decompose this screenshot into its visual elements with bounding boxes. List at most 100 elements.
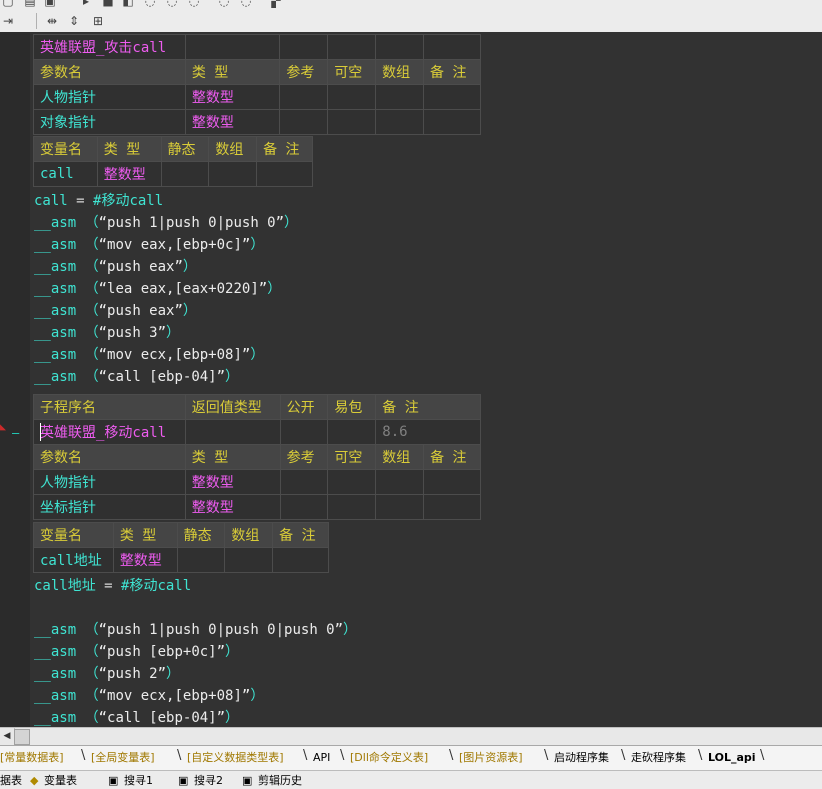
toolbar-icon-11[interactable]: ◌ — [238, 0, 254, 10]
code-line[interactable]: __asm （“mov ecx,[ebp+08]”） — [34, 685, 264, 707]
table-cell[interactable] — [272, 547, 329, 573]
tab-item[interactable]: 启动程序集 — [554, 749, 609, 767]
table-cell[interactable] — [327, 84, 377, 110]
remark-cell[interactable]: 8.6 — [375, 419, 481, 445]
binoculars-icon[interactable]: ▞ — [268, 0, 284, 10]
subroutine-name[interactable]: 英雄联盟_移动call — [33, 419, 186, 445]
height-icon[interactable]: ⇕ — [66, 12, 82, 30]
code-line[interactable]: __asm （“call [ebp-04]”） — [34, 707, 239, 727]
tab-search-1[interactable]: 搜寻1 — [124, 773, 153, 789]
table-cell[interactable] — [327, 109, 377, 135]
table-cell[interactable] — [375, 494, 425, 520]
tab-item[interactable]: [Dll命令定义表] — [350, 749, 428, 767]
code-line[interactable]: __asm （“push 3”） — [34, 322, 180, 344]
variable-name[interactable]: call地址 — [33, 547, 114, 573]
tab-search-2[interactable]: 搜寻2 — [194, 773, 223, 789]
table-cell[interactable] — [375, 109, 425, 135]
code-line[interactable]: call = #移动call — [34, 190, 163, 212]
scrollbar-thumb[interactable] — [14, 729, 30, 745]
tab-item[interactable]: [自定义数据类型表] — [187, 749, 284, 767]
code-line[interactable]: __asm （“lea eax,[eax+0220]”） — [34, 278, 281, 300]
toolbar-icon-2[interactable]: ▤ — [22, 0, 38, 10]
code-line[interactable]: __asm （“push eax”） — [34, 300, 197, 322]
toolbar-icon-3[interactable]: ▣ — [42, 0, 58, 10]
table-cell[interactable] — [327, 494, 377, 520]
code-line[interactable]: __asm （“push 2”） — [34, 663, 180, 685]
code-line[interactable]: call地址 = #移动call — [34, 575, 191, 597]
column-header: 参考 — [279, 444, 329, 470]
toolbar-icon-1[interactable]: ▢ — [0, 0, 16, 10]
search-icon: ▣ — [108, 774, 119, 787]
table-cell[interactable] — [423, 494, 481, 520]
close-paren: ） — [343, 622, 358, 638]
table-cell[interactable] — [279, 109, 329, 135]
table-cell[interactable] — [375, 469, 425, 495]
table-cell[interactable] — [256, 161, 313, 187]
param-name[interactable]: 人物指针 — [33, 84, 186, 110]
table-cell[interactable] — [327, 419, 377, 445]
table-cell[interactable] — [279, 469, 329, 495]
table-cell[interactable] — [279, 84, 329, 110]
table-cell[interactable] — [327, 34, 377, 60]
tab-item[interactable]: API — [313, 749, 330, 767]
variable-name[interactable]: call — [33, 161, 98, 187]
code-line[interactable]: __asm （“push [ebp+0c]”） — [34, 641, 239, 663]
scroll-left-icon[interactable]: ◀ — [0, 728, 15, 744]
table-cell[interactable] — [208, 161, 258, 187]
param-type[interactable]: 整数型 — [184, 84, 281, 110]
table-cell[interactable] — [279, 419, 329, 445]
toolbar-icon-10[interactable]: ◌ — [216, 0, 232, 10]
tab-item[interactable]: [全局变量表] — [91, 749, 155, 767]
tab-item[interactable]: [常量数据表] — [0, 749, 64, 767]
table-cell[interactable] — [423, 34, 481, 60]
variable-type[interactable]: 整数型 — [96, 161, 162, 187]
asm-string: push 3 — [107, 325, 158, 341]
param-name[interactable]: 人物指针 — [33, 469, 186, 495]
align-icon[interactable]: ⇥ — [0, 12, 16, 30]
size-icon[interactable]: ⊞ — [90, 12, 106, 30]
horizontal-scrollbar[interactable]: ◀ — [0, 727, 822, 745]
table-cell[interactable] — [327, 469, 377, 495]
code-line[interactable]: __asm （“push 1|push 0|push 0”） — [34, 212, 298, 234]
breakpoint-marker[interactable]: — — [12, 427, 19, 439]
tab-item[interactable]: 走砍程序集 — [631, 749, 686, 767]
width-icon[interactable]: ⇹ — [44, 12, 60, 30]
tab-data-table[interactable]: 据表 — [0, 773, 22, 789]
table-cell[interactable] — [423, 469, 481, 495]
toolbar-icon-6[interactable]: ◧ — [120, 0, 136, 10]
variable-type[interactable]: 整数型 — [112, 547, 178, 573]
table-cell[interactable] — [423, 109, 481, 135]
table-cell[interactable] — [279, 34, 329, 60]
toolbar-icon-8[interactable]: ◌ — [164, 0, 180, 10]
param-name[interactable]: 坐标指针 — [33, 494, 186, 520]
table-cell[interactable] — [375, 84, 425, 110]
subroutine-name[interactable]: 英雄联盟_攻击call — [33, 34, 186, 60]
table-cell[interactable] — [423, 84, 481, 110]
param-type[interactable]: 整数型 — [184, 494, 281, 520]
code-line[interactable]: __asm （“push 1|push 0|push 0|push 0”） — [34, 619, 357, 641]
tab-clip-history[interactable]: 剪辑历史 — [258, 773, 302, 789]
toolbar-icon-7[interactable]: ◌ — [142, 0, 158, 10]
toolbar-icon-9[interactable]: ◌ — [186, 0, 202, 10]
table-cell[interactable] — [184, 34, 281, 60]
tab-item[interactable]: LOL_api — [708, 749, 756, 767]
table-cell[interactable] — [375, 34, 425, 60]
table-cell[interactable] — [184, 419, 281, 445]
table-cell[interactable] — [176, 547, 226, 573]
tab-item[interactable]: [图片资源表] — [459, 749, 523, 767]
tab-variable-table[interactable]: 变量表 — [44, 773, 77, 789]
table-cell[interactable] — [224, 547, 274, 573]
param-name[interactable]: 对象指针 — [33, 109, 186, 135]
param-type[interactable]: 整数型 — [184, 109, 281, 135]
code-line[interactable]: __asm （“mov eax,[ebp+0c]”） — [34, 234, 264, 256]
param-type[interactable]: 整数型 — [184, 469, 281, 495]
code-line[interactable]: __asm （“mov ecx,[ebp+08]”） — [34, 344, 264, 366]
code-line[interactable]: __asm （“call [ebp-04]”） — [34, 366, 239, 388]
table-cell[interactable] — [160, 161, 210, 187]
code-editor[interactable]: — ◣ 英雄联盟_攻击call 参数名 类 型 参考 可空 数组 备 注 人物指… — [0, 32, 822, 727]
stop-icon[interactable]: ■ — [100, 0, 116, 10]
table-cell[interactable] — [279, 494, 329, 520]
run-icon[interactable]: ▸ — [78, 0, 94, 10]
code-line[interactable]: __asm （“push eax”） — [34, 256, 197, 278]
tab-separator: \ — [449, 748, 454, 763]
